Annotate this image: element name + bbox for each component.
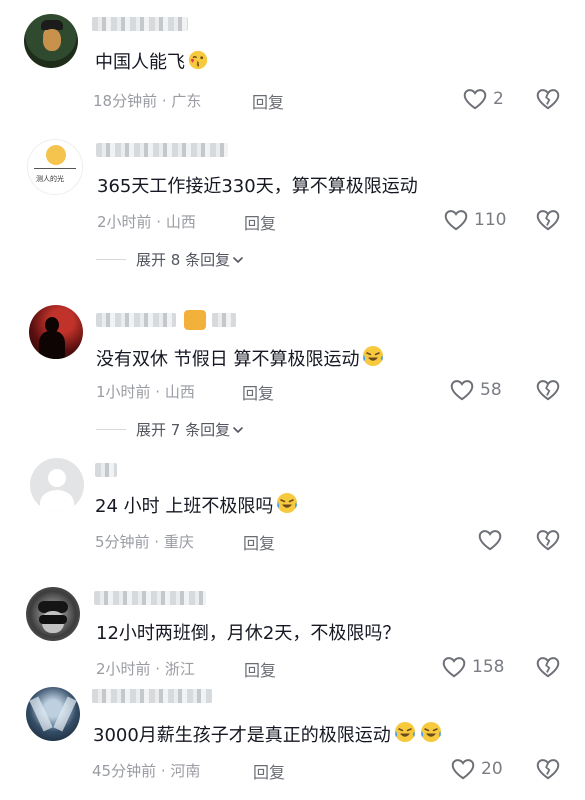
- like-button[interactable]: 20: [450, 756, 503, 782]
- comment-text-content: 3000月薪生孩子才是真正的极限运动: [93, 725, 391, 746]
- heart-outline-icon: [443, 207, 469, 233]
- reply-button[interactable]: 回复: [243, 530, 275, 554]
- like-count: 158: [472, 657, 505, 677]
- comment-item: 测人的光 365天工作接近330天，算不算极限运动 2小时前 · 山西 回复 1…: [0, 125, 585, 285]
- badge-icon: [184, 310, 206, 330]
- like-count: 20: [481, 759, 503, 779]
- broken-heart-icon[interactable]: [535, 527, 561, 553]
- reply-button[interactable]: 回复: [252, 89, 284, 113]
- comment-text: 中国人能飞: [95, 49, 209, 75]
- comment-meta: 2小时前 · 浙江: [96, 660, 195, 678]
- crying-laughing-emoji: [361, 344, 385, 368]
- username[interactable]: [96, 143, 228, 157]
- heart-outline-icon: [462, 86, 488, 112]
- comment-text-content: 中国人能飞: [95, 52, 185, 73]
- crying-laughing-emoji: [419, 720, 443, 744]
- heart-outline-icon: [450, 756, 476, 782]
- chevron-down-icon: [232, 254, 244, 266]
- username[interactable]: [96, 313, 176, 327]
- username[interactable]: [94, 591, 206, 605]
- comment-meta: 18分钟前 · 广东: [93, 92, 202, 110]
- comment-text: 没有双休 节假日 算不算极限运动: [96, 344, 385, 372]
- expand-replies-button[interactable]: 展开 7 条回复: [96, 419, 244, 440]
- comment-text-content: 24 小时 上班不极限吗: [95, 496, 274, 517]
- broken-heart-icon[interactable]: [535, 207, 561, 233]
- comment-text: 24 小时 上班不极限吗: [95, 491, 299, 519]
- comment-text: 365天工作接近330天，算不算极限运动: [97, 176, 418, 197]
- broken-heart-icon[interactable]: [535, 377, 561, 403]
- heart-outline-icon: [449, 377, 475, 403]
- like-button[interactable]: 158: [441, 654, 504, 680]
- kissing-wink-emoji: [187, 49, 209, 71]
- divider: [96, 259, 126, 260]
- reply-button[interactable]: 回复: [244, 210, 276, 234]
- divider: [96, 429, 126, 430]
- comment-meta: 1小时前 · 山西: [96, 383, 195, 401]
- comment-text: 3000月薪生孩子才是真正的极限运动: [93, 720, 443, 748]
- comment-item: 12小时两班倒，月休2天，不极限吗？ 2小时前 · 浙江 回复 158: [0, 580, 585, 687]
- comment-item: 24 小时 上班不极限吗 5分钟前 · 重庆 回复: [0, 455, 585, 580]
- expand-replies-button[interactable]: 展开 8 条回复: [96, 249, 244, 270]
- broken-heart-icon[interactable]: [535, 756, 561, 782]
- like-button[interactable]: [477, 527, 508, 553]
- username-suffix: [212, 313, 236, 327]
- comment-meta: 2小时前 · 山西: [97, 213, 196, 231]
- crying-laughing-emoji: [275, 491, 299, 515]
- reply-button[interactable]: 回复: [253, 759, 285, 783]
- avatar[interactable]: [24, 14, 78, 68]
- avatar[interactable]: [30, 458, 84, 512]
- like-count: 58: [480, 380, 502, 400]
- expand-replies-label: 展开 8 条回复: [136, 251, 231, 269]
- comment-item: 中国人能飞 18分钟前 · 广东 回复 2: [0, 0, 585, 125]
- reply-button[interactable]: 回复: [244, 657, 276, 681]
- username[interactable]: [92, 17, 188, 31]
- like-button[interactable]: 58: [449, 377, 502, 403]
- comment-text: 12小时两班倒，月休2天，不极限吗？: [96, 623, 401, 644]
- username[interactable]: [92, 689, 212, 703]
- chevron-down-icon: [232, 424, 244, 436]
- heart-outline-icon: [477, 527, 503, 553]
- avatar[interactable]: 测人的光: [27, 139, 83, 195]
- comment-item: 没有双休 节假日 算不算极限运动 1小时前 · 山西 回复 58 展开 7 条回…: [0, 285, 585, 455]
- crying-laughing-emoji: [393, 720, 417, 744]
- comment-item: 3000月薪生孩子才是真正的极限运动 45分钟前 · 河南 回复 20: [0, 687, 585, 800]
- like-button[interactable]: 2: [462, 86, 504, 112]
- like-button[interactable]: 110: [443, 207, 506, 233]
- avatar[interactable]: [29, 305, 83, 359]
- broken-heart-icon[interactable]: [535, 86, 561, 112]
- expand-replies-label: 展开 7 条回复: [136, 421, 231, 439]
- comment-text-content: 没有双休 节假日 算不算极限运动: [96, 349, 360, 370]
- broken-heart-icon[interactable]: [535, 654, 561, 680]
- comment-meta: 45分钟前 · 河南: [92, 762, 201, 780]
- comment-meta: 5分钟前 · 重庆: [95, 533, 194, 551]
- avatar[interactable]: [26, 687, 80, 741]
- reply-button[interactable]: 回复: [242, 380, 274, 404]
- like-count: 110: [474, 210, 507, 230]
- username[interactable]: [95, 463, 117, 477]
- heart-outline-icon: [441, 654, 467, 680]
- avatar[interactable]: [26, 587, 80, 641]
- like-count: 2: [493, 89, 504, 109]
